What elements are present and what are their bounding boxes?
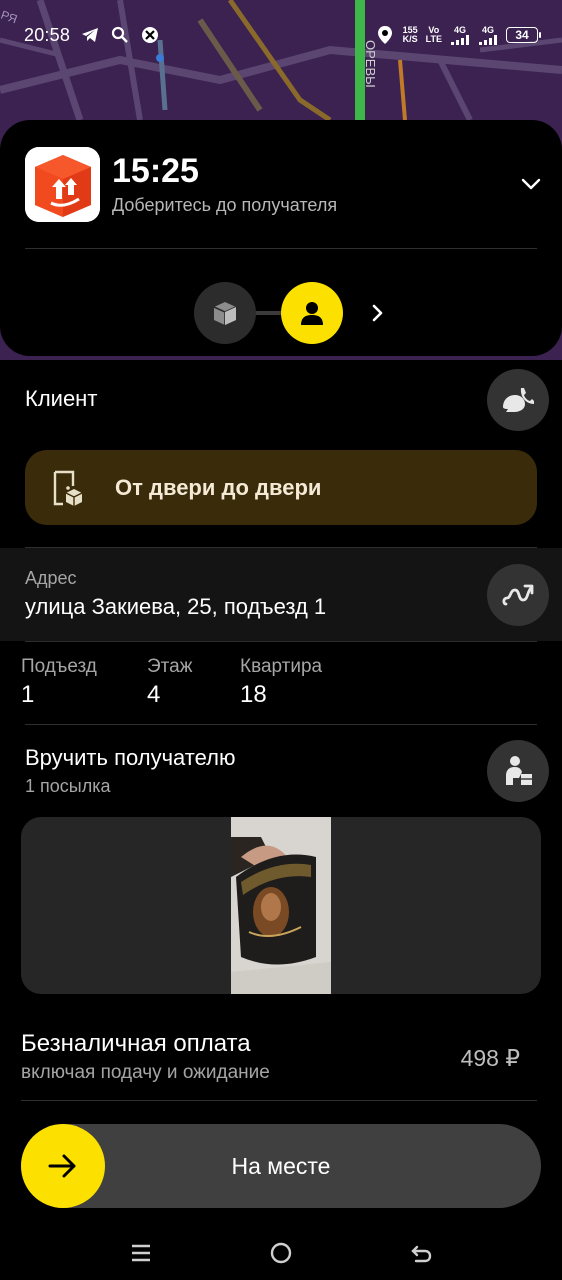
eta-time: 15:25 [112,152,199,190]
person-handover-icon [506,756,532,785]
door-to-door-badge: От двери до двери [25,450,537,525]
package-box-icon [25,147,100,222]
floor-value: 4 [147,681,161,708]
telegram-icon [80,25,100,45]
route-icon [502,584,534,606]
signal-2: 4G [478,24,498,45]
apartment-label: Квартира [240,656,323,677]
volte-bottom: LTE [425,34,442,44]
door-to-door-label: От двери до двери [115,474,322,500]
status-time: 20:58 [24,24,71,45]
parcel-photo[interactable] [231,817,331,994]
floor-label: Этаж [147,656,193,677]
divider [21,1100,537,1101]
eta-subtitle: Доберитесь до получателя [112,195,338,215]
entrance-value: 1 [21,681,35,708]
address-label: Адрес [25,568,77,588]
status-bar: 20:58 155 K/S Vo LTE 4G 4G 34 [0,0,562,70]
address-value: улица Закиева, 25, подъезд 1 [25,594,327,619]
payment-title: Безналичная оплата [21,1030,251,1057]
handover-subtitle: 1 посылка [25,776,111,796]
divider [25,248,537,249]
signal-1-label: 4G [453,24,466,35]
step-recipient[interactable] [281,282,343,344]
system-nav-bar [0,1230,562,1280]
parcel-photo-image [231,817,331,994]
route-button[interactable] [487,564,549,626]
handover-button[interactable] [487,740,549,802]
chevron-down-icon[interactable] [518,173,544,193]
net-speed-unit: K/S [402,34,418,44]
client-label: Клиент [25,386,98,411]
delivery-app-icon [25,147,100,222]
signal-bars-icon [479,34,497,45]
payment-amount: 498 ₽ [460,1045,520,1071]
net-speed: 155 K/S [403,26,418,44]
arrived-slider-handle[interactable] [21,1124,105,1208]
menu-icon[interactable] [126,1238,156,1268]
person-icon [301,302,323,325]
back-icon[interactable] [406,1238,436,1268]
door-package-icon [53,470,83,506]
parcel-photo-container[interactable] [21,817,541,994]
call-client-button[interactable] [487,369,549,431]
phone-bubble-icon [503,388,534,412]
step-pickup[interactable] [194,282,256,344]
arrow-right-icon [48,1154,76,1178]
divider [25,724,537,725]
entrance-label: Подъезд [21,656,97,677]
handover-title: Вручить получателю [25,745,236,770]
payment-subtitle: включая подачу и ожидание [21,1062,270,1083]
divider [25,641,537,642]
apartment-value: 18 [240,681,267,708]
battery-indicator: 34 [506,27,541,43]
volte-badge: Vo LTE [426,26,442,44]
signal-2-label: 4G [481,24,494,35]
package-icon [213,302,237,325]
chevron-right-icon[interactable] [366,300,390,326]
signal-bars-icon [451,34,469,45]
x-circle-icon [140,25,160,45]
home-icon[interactable] [266,1238,296,1268]
signal-1: 4G [450,24,470,45]
location-pin-icon [375,25,395,45]
arrived-label: На месте [231,1153,331,1179]
search-icon [110,25,130,45]
